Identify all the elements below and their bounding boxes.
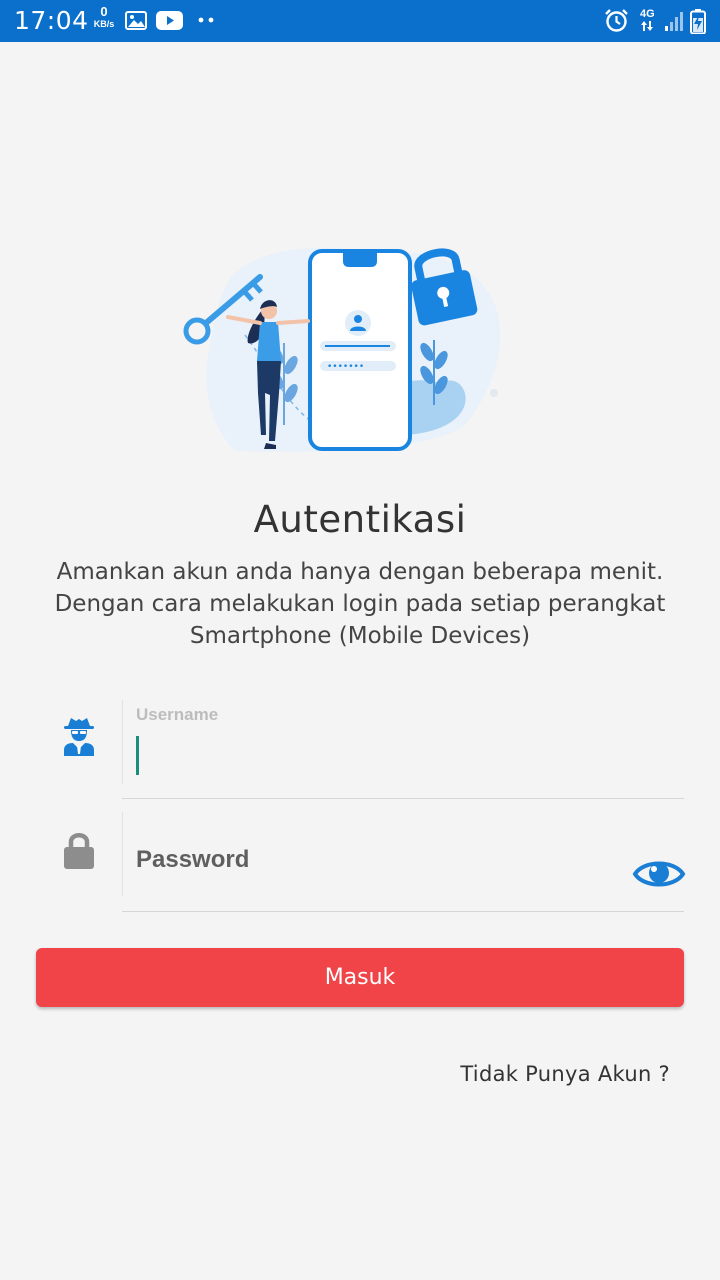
field-divider bbox=[122, 700, 123, 784]
alarm-icon bbox=[605, 9, 628, 32]
more-dots-icon bbox=[198, 17, 214, 23]
register-link[interactable]: Tidak Punya Akun ? bbox=[460, 1062, 670, 1086]
network-type-label: 4G bbox=[640, 8, 655, 20]
smartphone-icon: ••••••• bbox=[308, 249, 412, 451]
subtitle-line: Amankan akun anda hanya dengan beberapa … bbox=[56, 559, 664, 585]
status-time: 17:04 bbox=[14, 6, 89, 35]
signal-icon bbox=[665, 12, 683, 31]
username-label: Username bbox=[136, 705, 219, 724]
subtitle-line: Dengan cara melakukan login pada setiap … bbox=[54, 591, 666, 617]
subtitle-line: Smartphone (Mobile Devices) bbox=[189, 623, 531, 649]
net-speed-unit: KB/s bbox=[93, 19, 115, 29]
username-underline bbox=[122, 798, 684, 799]
youtube-icon bbox=[156, 11, 183, 30]
net-speed: 0 KB/s bbox=[90, 4, 118, 29]
field-divider bbox=[122, 812, 123, 896]
login-button[interactable]: Masuk bbox=[36, 948, 684, 1007]
text-caret bbox=[136, 736, 139, 775]
eye-icon[interactable] bbox=[632, 856, 686, 892]
phone-login-illustration: ••••••• bbox=[183, 247, 501, 452]
password-underline bbox=[122, 911, 684, 912]
user-secret-icon bbox=[64, 718, 94, 756]
battery-charging-icon bbox=[690, 9, 706, 34]
lock-icon bbox=[64, 833, 94, 869]
svg-text:•••••••: ••••••• bbox=[327, 362, 364, 372]
password-placeholder: Password bbox=[136, 846, 250, 873]
network-type: 4G bbox=[640, 9, 655, 31]
page-subtitle: Amankan akun anda hanya dengan beberapa … bbox=[40, 556, 680, 652]
data-arrows-icon bbox=[641, 21, 654, 31]
image-icon bbox=[125, 11, 147, 30]
net-speed-value: 0 bbox=[100, 4, 108, 19]
page-title: Autentikasi bbox=[253, 498, 467, 541]
status-bar: 17:04 0 KB/s 4G bbox=[0, 0, 720, 42]
